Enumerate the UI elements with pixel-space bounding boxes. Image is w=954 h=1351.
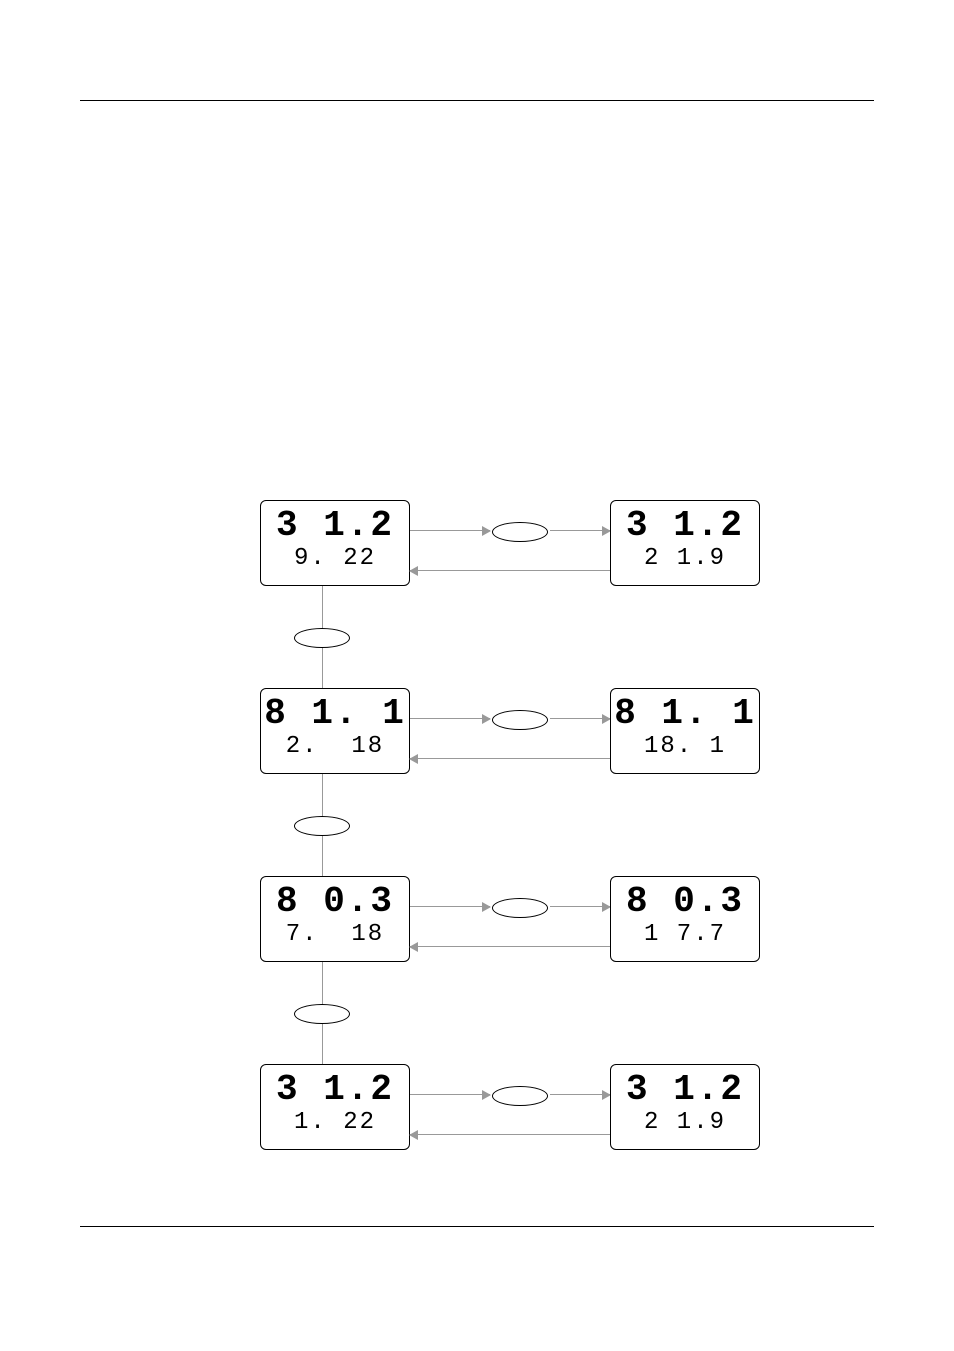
arrow-left <box>410 758 610 759</box>
lcd-readout-secondary: 7. 18 <box>261 921 409 949</box>
lcd-readout-primary: 3 1.2 <box>611 507 759 545</box>
lcd-readout-secondary: 18. 1 <box>611 733 759 761</box>
arrow-left <box>410 570 610 571</box>
arrow-right <box>550 530 610 531</box>
lcd-readout-primary: 8 1. 1 <box>611 695 759 733</box>
lcd-readout-secondary: 1 7.7 <box>611 921 759 949</box>
lcd-readout-secondary: 2. 18 <box>261 733 409 761</box>
arrow-right <box>550 718 610 719</box>
lcd-readout-primary: 8 0.3 <box>611 883 759 921</box>
button-oval[interactable] <box>492 710 548 730</box>
row: 3 1.2 1. 22 3 1.2 2 1.9 <box>260 1064 810 1160</box>
lcd-box-right: 8 0.3 1 7.7 <box>610 876 760 962</box>
lcd-readout-secondary: 2 1.9 <box>611 545 759 573</box>
lcd-readout-primary: 3 1.2 <box>611 1071 759 1109</box>
arrow-right <box>550 906 610 907</box>
lcd-box-left: 8 1. 1 2. 18 <box>260 688 410 774</box>
top-rule <box>80 100 874 101</box>
button-oval[interactable] <box>294 1004 350 1024</box>
lcd-box-right: 3 1.2 2 1.9 <box>610 1064 760 1150</box>
button-oval[interactable] <box>492 898 548 918</box>
arrow-left <box>410 1134 610 1135</box>
lcd-readout-primary: 8 0.3 <box>261 883 409 921</box>
arrow-right <box>410 530 490 531</box>
lcd-readout-secondary: 2 1.9 <box>611 1109 759 1137</box>
lcd-readout-primary: 3 1.2 <box>261 1071 409 1109</box>
arrow-right <box>410 906 490 907</box>
lcd-box-left: 8 0.3 7. 18 <box>260 876 410 962</box>
arrow-right <box>550 1094 610 1095</box>
lcd-box-left: 3 1.2 1. 22 <box>260 1064 410 1150</box>
lcd-box-left: 3 1.2 9. 22 <box>260 500 410 586</box>
lcd-readout-secondary: 9. 22 <box>261 545 409 573</box>
lcd-readout-primary: 3 1.2 <box>261 507 409 545</box>
row: 8 0.3 7. 18 8 0.3 1 7.7 <box>260 876 810 972</box>
bottom-rule <box>80 1226 874 1227</box>
button-oval[interactable] <box>294 816 350 836</box>
row: 3 1.2 9. 22 3 1.2 2 1.9 <box>260 500 810 596</box>
arrow-right <box>410 1094 490 1095</box>
row: 8 1. 1 2. 18 8 1. 1 18. 1 <box>260 688 810 784</box>
arrow-left <box>410 946 610 947</box>
button-oval[interactable] <box>294 628 350 648</box>
lcd-readout-secondary: 1. 22 <box>261 1109 409 1137</box>
arrow-right <box>410 718 490 719</box>
diagram-container: 3 1.2 9. 22 3 1.2 2 1.9 8 1. 1 2. 18 8 1… <box>260 500 810 1180</box>
lcd-box-right: 8 1. 1 18. 1 <box>610 688 760 774</box>
button-oval[interactable] <box>492 1086 548 1106</box>
lcd-box-right: 3 1.2 2 1.9 <box>610 500 760 586</box>
lcd-readout-primary: 8 1. 1 <box>261 695 409 733</box>
button-oval[interactable] <box>492 522 548 542</box>
